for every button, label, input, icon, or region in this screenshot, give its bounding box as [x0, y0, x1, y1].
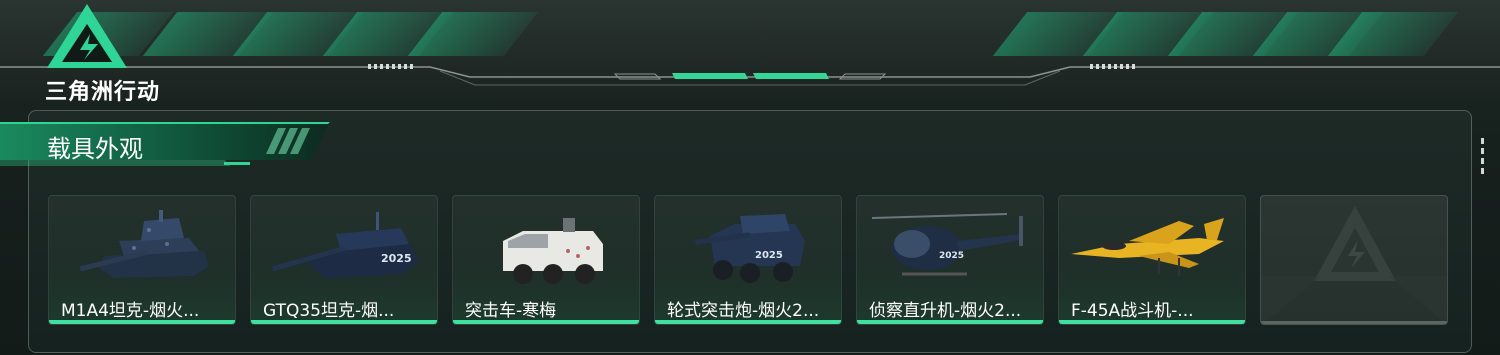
card-underline: [49, 320, 235, 324]
placeholder-logo-icon: [1261, 206, 1447, 324]
svg-text:2025: 2025: [939, 251, 964, 261]
vehicle-card[interactable]: 2025 轮式突击炮-烟火2...: [654, 195, 842, 325]
wheeled-gun-icon: 2025: [694, 214, 805, 283]
tank-icon: [79, 210, 209, 278]
game-title: 三角洲行动: [45, 80, 161, 105]
card-label: 侦察直升机-烟火2...: [869, 301, 1022, 321]
vehicle-card[interactable]: 突击车-寒梅: [452, 195, 640, 325]
card-label: 突击车-寒梅: [465, 301, 557, 321]
card-label: GTQ35坦克-烟...: [263, 301, 395, 321]
assault-vehicle-icon: [503, 218, 603, 284]
card-label: M1A4坦克-烟火...: [61, 301, 200, 321]
card-underline: [1261, 321, 1447, 324]
section-title: 载具外观: [47, 135, 143, 163]
card-underline: [857, 320, 1043, 324]
right-stripes: [992, 12, 1459, 56]
card-underline: [453, 320, 639, 324]
svg-text:2025: 2025: [381, 252, 412, 265]
fighter-jet-icon: [1071, 218, 1224, 276]
header-divider: [0, 64, 1500, 86]
svg-text:2025: 2025: [755, 250, 783, 261]
top-header: [0, 0, 1500, 100]
card-label: 轮式突击炮-烟火2...: [667, 301, 820, 321]
vehicle-card[interactable]: 2025 GTQ35坦克-烟...: [250, 195, 438, 325]
scroll-indicator[interactable]: [1481, 138, 1485, 178]
card-underline: [251, 320, 437, 324]
empty-vehicle-slot[interactable]: [1260, 195, 1448, 325]
helicopter-icon: 2025: [871, 213, 1023, 276]
card-underline: [655, 320, 841, 324]
vehicle-card[interactable]: F-45A战斗机-...: [1058, 195, 1246, 325]
card-underline: [1059, 320, 1245, 324]
vehicle-card[interactable]: M1A4坦克-烟火...: [48, 195, 236, 325]
vehicle-card[interactable]: 2025 侦察直升机-烟火2...: [856, 195, 1044, 325]
card-label: F-45A战斗机-...: [1071, 301, 1194, 321]
tank-icon: 2025: [271, 212, 419, 278]
